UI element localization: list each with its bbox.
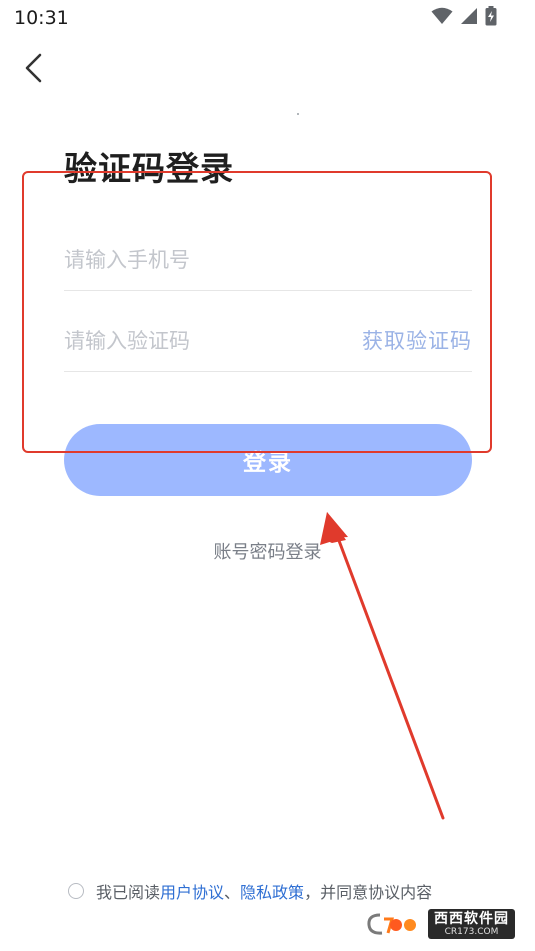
- phone-input[interactable]: [64, 230, 472, 290]
- watermark: 西西软件园 CR173.COM: [366, 909, 515, 939]
- login-page: 10:31 验证码登录 请输入手机号 请输入验证码 获取验证码 登录 账号密码登…: [0, 0, 535, 951]
- page-title: 验证码登录: [64, 149, 234, 188]
- cellular-signal-icon: [460, 7, 478, 29]
- battery-charging-icon: [485, 6, 497, 30]
- wifi-icon: [431, 7, 453, 29]
- get-code-button[interactable]: 获取验证码: [362, 325, 472, 355]
- chevron-left-icon: [24, 53, 44, 87]
- agreement-prefix: 我已阅读: [96, 883, 161, 902]
- watermark-logo-icon: [367, 913, 416, 935]
- user-agreement-link[interactable]: 用户协议: [160, 879, 224, 903]
- password-login-link[interactable]: 账号密码登录: [0, 538, 535, 564]
- agreement-separator: 、: [224, 883, 241, 902]
- decorative-dot: [297, 113, 299, 115]
- agreement-suffix: ，并同意协议内容: [304, 883, 433, 902]
- status-time: 10:31: [14, 7, 69, 29]
- back-button[interactable]: [16, 52, 52, 88]
- phone-field: [64, 230, 472, 291]
- privacy-policy-link[interactable]: 隐私政策: [240, 879, 304, 903]
- watermark-main: 西西软件园: [434, 911, 509, 927]
- agree-radio[interactable]: [68, 883, 84, 899]
- verification-code-input[interactable]: [64, 311, 334, 371]
- verification-code-field: 获取验证码: [64, 311, 472, 372]
- login-button[interactable]: 登录: [64, 424, 472, 496]
- watermark-sub: CR173.COM: [444, 927, 499, 937]
- watermark-text: 西西软件园 CR173.COM: [428, 909, 515, 939]
- status-icons: [431, 6, 497, 30]
- agreement-row: 我已阅读 用户协议 、 隐私政策 ，并同意协议内容: [68, 880, 432, 902]
- status-bar: 10:31: [0, 0, 535, 38]
